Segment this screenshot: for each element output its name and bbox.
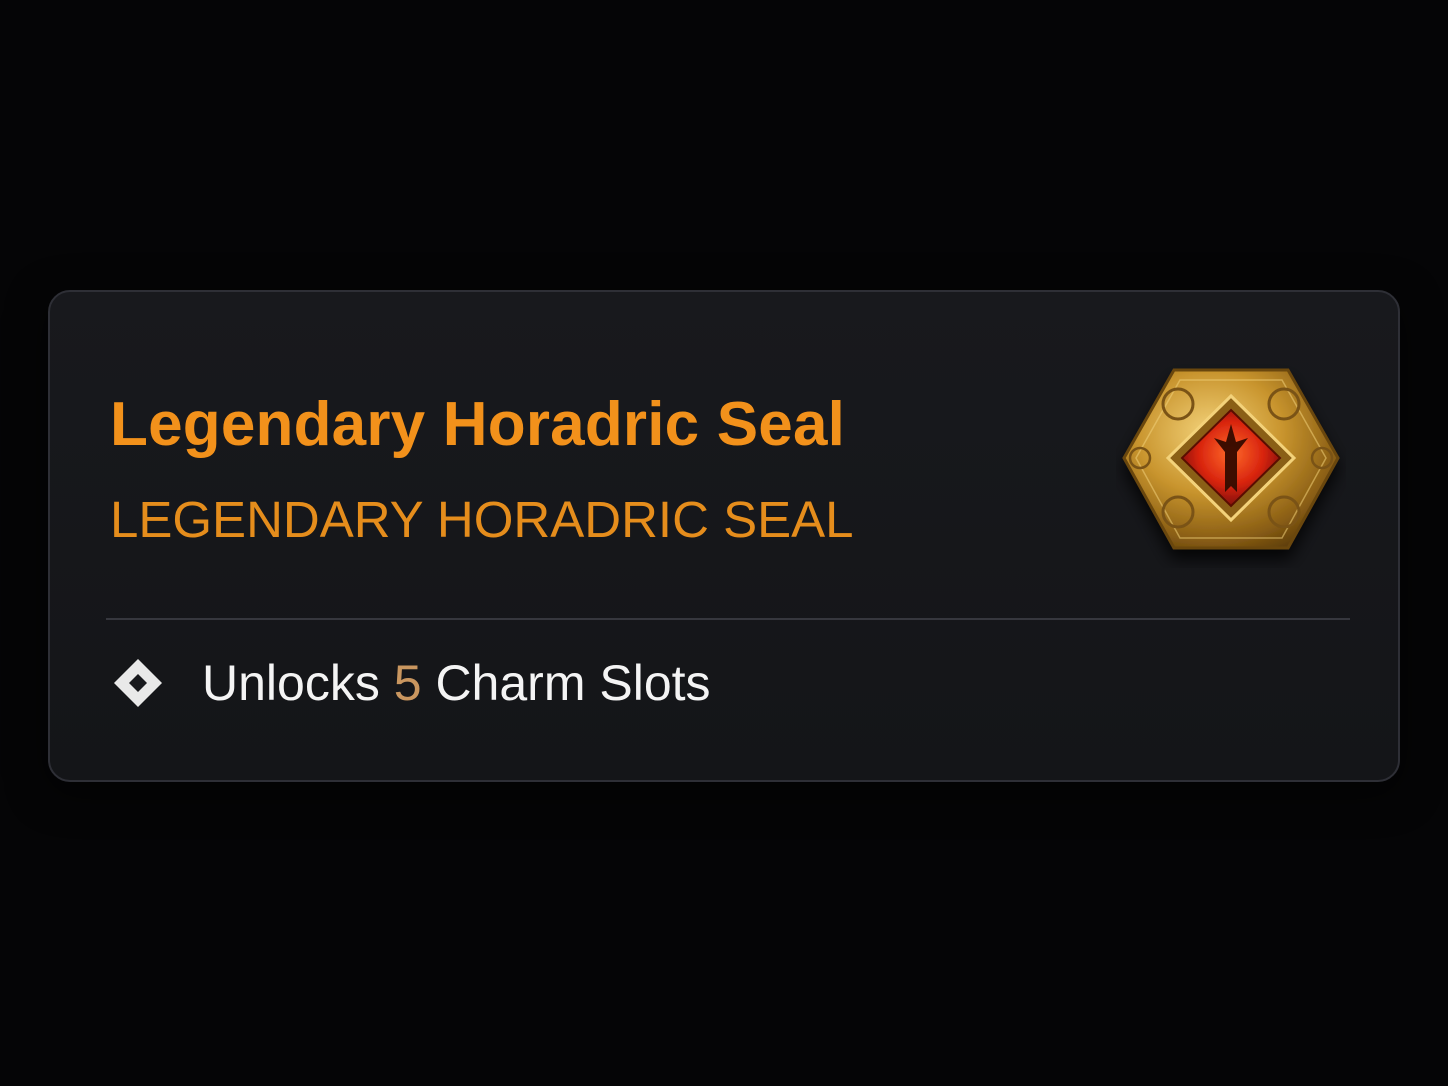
item-tooltip: Legendary Horadric Seal LEGENDARY HORADR… bbox=[48, 290, 1400, 782]
item-name: Legendary Horadric Seal bbox=[110, 390, 846, 459]
affix-value: 5 bbox=[393, 655, 422, 711]
horadric-seal-icon bbox=[1116, 358, 1346, 568]
item-type: LEGENDARY HORADRIC SEAL bbox=[110, 491, 854, 548]
affix-line: Unlocks 5 Charm Slots bbox=[112, 648, 711, 718]
affix-text: Unlocks 5 Charm Slots bbox=[202, 653, 711, 713]
diamond-bullet-icon bbox=[112, 657, 164, 709]
affix-suffix: Charm Slots bbox=[421, 655, 711, 711]
divider bbox=[106, 618, 1350, 620]
affix-prefix: Unlocks bbox=[202, 655, 394, 711]
